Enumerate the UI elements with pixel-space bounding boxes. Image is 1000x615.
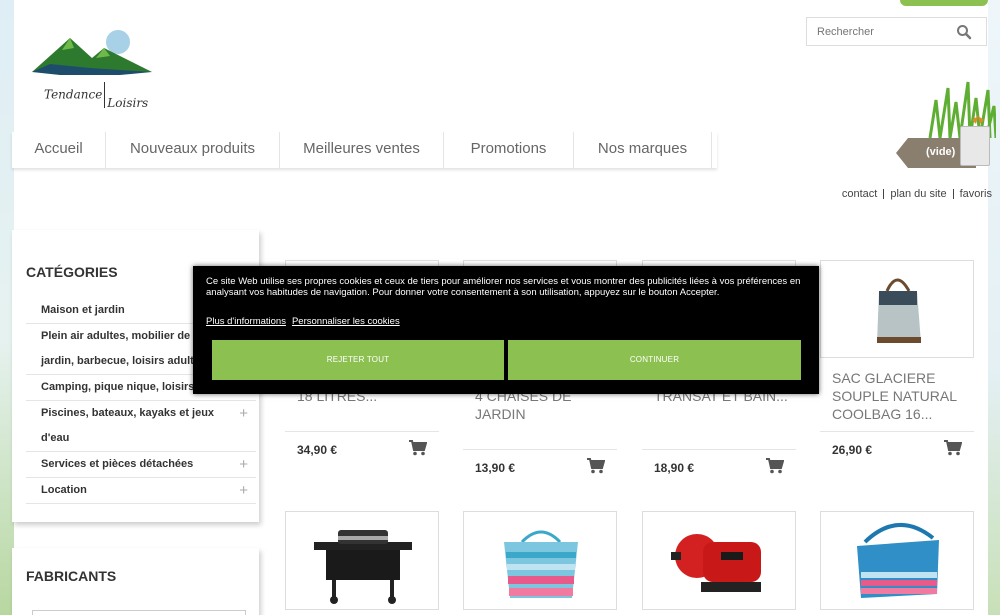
product-price: 34,90 € (297, 443, 338, 457)
expand-icon[interactable]: + (239, 401, 248, 426)
cart-status: (vide) (926, 146, 956, 158)
sitemap-link[interactable]: plan du site (890, 188, 946, 200)
top-links: contact plan du site favoris (842, 188, 992, 200)
divider (285, 431, 439, 432)
more-info-link[interactable]: Plus d'informations (206, 316, 286, 327)
category-label: Piscines, bateaux, kayaks et jeux d'eau (41, 407, 215, 444)
nav-nouveaux-produits[interactable]: Nouveaux produits (106, 132, 280, 168)
category-label: Location (41, 484, 87, 496)
favorites-link[interactable]: favoris (960, 188, 992, 200)
shoulder-cooler-bag-image (857, 523, 939, 598)
divider (642, 449, 796, 450)
manufacturers-panel: FABRICANTS (12, 548, 259, 615)
mountain-logo-icon (32, 30, 152, 75)
site-logo[interactable]: Tendance Loisirs (30, 28, 155, 113)
category-item[interactable]: Piscines, bateaux, kayaks et jeux d'eau + (26, 401, 256, 452)
product-price: 26,90 € (832, 443, 873, 457)
add-to-cart-icon[interactable] (766, 458, 784, 474)
category-label: Services et pièces détachées (41, 458, 194, 470)
cookie-banner: Ce site Web utilise ses propres cookies … (193, 266, 819, 394)
search-box (806, 17, 987, 46)
product-image[interactable] (642, 511, 796, 610)
cookie-links: Plus d'informations Personnaliser les coo… (206, 316, 406, 327)
shopping-bag-icon (960, 126, 990, 166)
logo-text-line2: Loisirs (107, 95, 149, 110)
top-account-button[interactable] (900, 0, 988, 6)
nav-meilleures-ventes[interactable]: Meilleures ventes (280, 132, 444, 168)
logo-text-line1: Tendance (44, 87, 103, 102)
categories-title: CATÉGORIES (26, 264, 118, 280)
striped-cooler-bag-image (504, 530, 578, 598)
product-price: 13,90 € (475, 461, 516, 475)
manufacturers-title: FABRICANTS (26, 568, 117, 584)
barbecue-grill-image (314, 530, 412, 604)
nav-accueil[interactable]: Accueil (12, 132, 106, 168)
add-to-cart-icon[interactable] (587, 458, 605, 474)
category-label: Camping, pique nique, loisirs (41, 381, 195, 393)
add-to-cart-icon[interactable] (944, 440, 962, 456)
nav-nos-marques[interactable]: Nos marques (574, 132, 712, 168)
tote-cooler-bag-image (877, 278, 921, 343)
category-label: Plein air adultes, mobilier de jardin, b… (41, 330, 207, 367)
customize-cookies-link[interactable]: Personnaliser les cookies (292, 316, 400, 327)
red-air-pump-image (671, 534, 761, 592)
cookie-text: Ce site Web utilise ses propres cookies … (206, 276, 801, 298)
reject-all-button[interactable]: REJETER TOUT (212, 340, 504, 380)
logo-text: Tendance Loisirs (44, 82, 149, 110)
divider (463, 449, 617, 450)
product-name[interactable]: SAC GLACIERE SOUPLE NATURAL COOLBAG 16..… (832, 369, 972, 423)
contact-link[interactable]: contact (842, 188, 877, 200)
product-image[interactable] (285, 511, 439, 610)
product-image[interactable] (820, 260, 974, 358)
product-image[interactable] (820, 511, 974, 610)
manufacturers-select[interactable] (32, 610, 246, 615)
nav-promotions[interactable]: Promotions (444, 132, 574, 168)
product-image[interactable] (463, 511, 617, 610)
category-item[interactable]: Services et pièces détachées + (26, 452, 256, 478)
expand-icon[interactable]: + (239, 478, 248, 503)
cart-widget[interactable]: (vide) (896, 80, 996, 172)
search-icon[interactable] (956, 24, 972, 40)
expand-icon[interactable]: + (239, 452, 248, 477)
main-nav: Accueil Nouveaux produits Meilleures ven… (12, 132, 717, 168)
category-label: Maison et jardin (41, 304, 125, 316)
category-item[interactable]: Location + (26, 478, 256, 504)
divider (820, 431, 974, 432)
search-input[interactable] (807, 18, 957, 45)
product-price: 18,90 € (654, 461, 695, 475)
continue-button[interactable]: CONTINUER (508, 340, 801, 380)
add-to-cart-icon[interactable] (409, 440, 427, 456)
